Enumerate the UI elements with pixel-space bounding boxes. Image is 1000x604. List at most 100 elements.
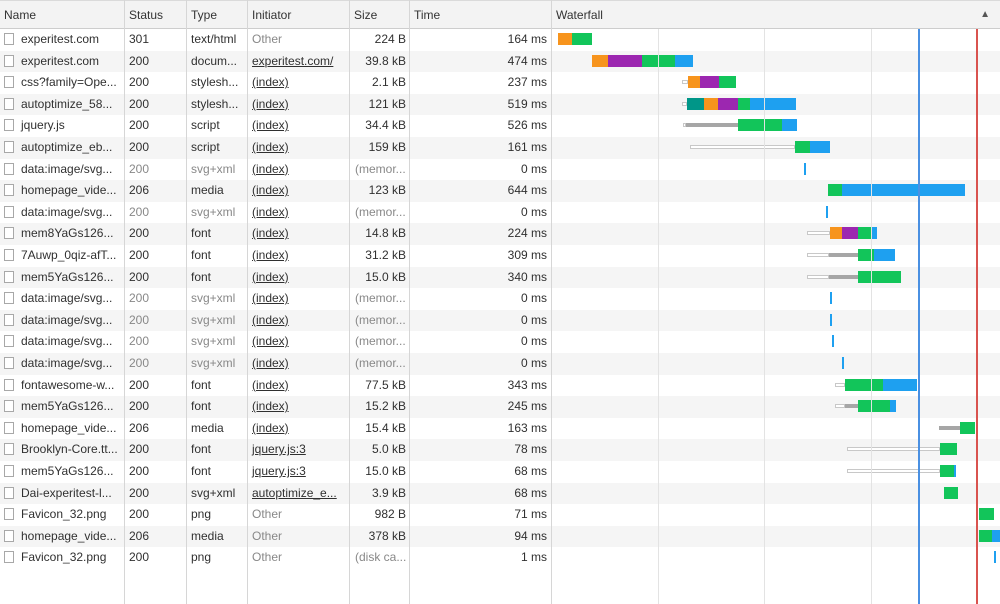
waterfall-bar-download[interactable] xyxy=(874,249,895,261)
request-name[interactable]: data:image/svg... xyxy=(18,159,124,180)
waterfall-bar-waiting[interactable] xyxy=(858,227,872,240)
waterfall-bar-queue[interactable] xyxy=(845,404,858,409)
column-header-type[interactable]: Type xyxy=(187,1,248,29)
waterfall-bar-waiting[interactable] xyxy=(940,443,957,456)
request-initiator[interactable]: experitest.com/ xyxy=(248,51,350,72)
request-initiator[interactable]: (index) xyxy=(248,72,350,93)
table-row[interactable]: experitest.com 301 text/html Other 224 B 164 … xyxy=(0,29,1000,51)
waterfall-bar-wait[interactable] xyxy=(847,469,940,473)
table-row[interactable]: fontawesome-w... 200 font (index) 77.5 kB 343… xyxy=(0,375,1000,397)
waterfall-bar-download[interactable] xyxy=(842,357,844,369)
column-header-status[interactable]: Status xyxy=(125,1,187,29)
waterfall-bar-download[interactable] xyxy=(890,400,896,413)
request-initiator[interactable]: (index) xyxy=(248,245,350,266)
column-header-name[interactable]: Name xyxy=(0,1,125,29)
column-header-size[interactable]: Size xyxy=(350,1,410,29)
waterfall-bar-waiting[interactable] xyxy=(960,421,975,434)
request-initiator[interactable]: (index) xyxy=(248,115,350,136)
waterfall-bar-waiting[interactable] xyxy=(795,141,810,153)
waterfall-bar-dns[interactable] xyxy=(558,33,572,45)
table-row[interactable]: css?family=Ope... 200 stylesh... (index) 2.1… xyxy=(0,72,1000,94)
request-initiator[interactable]: (index) xyxy=(248,137,350,158)
request-name[interactable]: homepage_vide... xyxy=(18,526,124,547)
waterfall-bar-download[interactable] xyxy=(830,313,832,326)
waterfall-bar-wait[interactable] xyxy=(690,145,795,149)
table-row[interactable]: autoptimize_eb... 200 script (index) 159 kB 1… xyxy=(0,137,1000,159)
request-name[interactable]: data:image/svg... xyxy=(18,288,124,309)
waterfall-bar-connect[interactable] xyxy=(608,54,642,67)
waterfall-bar-waiting[interactable] xyxy=(572,33,592,45)
waterfall-bar-waiting[interactable] xyxy=(738,119,782,132)
waterfall-bar-download[interactable] xyxy=(832,335,834,348)
waterfall-bar-waiting[interactable] xyxy=(979,508,994,521)
request-initiator[interactable]: autoptimize_e... xyxy=(248,483,350,504)
request-name[interactable]: mem5YaGs126... xyxy=(18,396,124,417)
table-row[interactable]: Favicon_32.png 200 png Other 982 B 71 ms xyxy=(0,504,1000,526)
column-header-waterfall[interactable]: Waterfall ▲ xyxy=(552,1,1000,29)
column-header-initiator[interactable]: Initiator xyxy=(248,1,350,29)
waterfall-bar-connect[interactable] xyxy=(700,76,719,89)
waterfall-bar-queue[interactable] xyxy=(829,253,858,257)
request-initiator[interactable]: (index) xyxy=(248,310,350,331)
request-initiator[interactable]: (index) xyxy=(248,180,350,201)
request-initiator[interactable]: (index) xyxy=(248,375,350,396)
waterfall-bar-download[interactable] xyxy=(883,378,917,391)
request-name[interactable]: mem8YaGs126... xyxy=(18,223,124,244)
waterfall-bar-download[interactable] xyxy=(842,184,965,197)
waterfall-bar-waiting[interactable] xyxy=(738,97,750,110)
waterfall-bar-wait[interactable] xyxy=(835,382,845,387)
request-name[interactable]: fontawesome-w... xyxy=(18,375,124,396)
waterfall-bar-wait[interactable] xyxy=(847,447,940,452)
waterfall-bar-dns[interactable] xyxy=(830,227,842,240)
column-divider[interactable] xyxy=(409,0,410,604)
request-initiator[interactable]: (index) xyxy=(248,94,350,115)
table-row[interactable]: experitest.com 200 docum... experitest.com/… xyxy=(0,50,1000,73)
table-row[interactable]: mem5YaGs126... 200 font (index) 15.2 kB 245 m… xyxy=(0,396,1000,418)
request-name[interactable]: autoptimize_eb... xyxy=(18,137,124,158)
table-row[interactable]: data:image/svg... 200 svg+xml (index) (memor… xyxy=(0,353,1000,375)
waterfall-bar-download[interactable] xyxy=(826,205,828,218)
request-name[interactable]: data:image/svg... xyxy=(18,310,124,331)
request-initiator[interactable]: jquery.js:3 xyxy=(248,439,350,460)
waterfall-bar-connect[interactable] xyxy=(718,97,738,110)
request-name[interactable]: data:image/svg... xyxy=(18,353,124,374)
waterfall-bar-download[interactable] xyxy=(675,54,693,67)
table-row[interactable]: data:image/svg... 200 svg+xml (index) (memor… xyxy=(0,288,1000,310)
table-row[interactable]: Dai-experitest-l... 200 svg+xml autoptimize… xyxy=(0,482,1000,505)
waterfall-bar-waiting[interactable] xyxy=(858,400,890,413)
waterfall-bar-waiting[interactable] xyxy=(940,465,954,477)
request-name[interactable]: Brooklyn-Core.tt... xyxy=(18,439,124,460)
request-initiator[interactable]: (index) xyxy=(248,159,350,180)
request-name[interactable]: experitest.com xyxy=(18,51,124,72)
waterfall-bar-dns[interactable] xyxy=(688,76,700,89)
waterfall-bar-waiting[interactable] xyxy=(719,76,736,89)
table-row[interactable]: mem8YaGs126... 200 font (index) 14.8 kB 224 m… xyxy=(0,223,1000,245)
table-row[interactable]: mem5YaGs126... 200 font (index) 15.0 kB 340 m… xyxy=(0,266,1000,289)
request-name[interactable]: mem5YaGs126... xyxy=(18,267,124,288)
request-name[interactable]: Dai-experitest-l... xyxy=(18,483,124,504)
table-row[interactable]: 7Auwp_0qiz-afT... 200 font (index) 31.2 kB 30… xyxy=(0,245,1000,267)
waterfall-bar-download[interactable] xyxy=(992,529,1000,542)
waterfall-bar-download[interactable] xyxy=(994,551,996,564)
waterfall-bar-wait[interactable] xyxy=(807,231,830,236)
column-divider[interactable] xyxy=(186,0,187,604)
table-row[interactable]: homepage_vide... 206 media Other 378 kB 94 ms xyxy=(0,525,1000,548)
request-name[interactable]: Favicon_32.png xyxy=(18,504,124,525)
request-name[interactable]: data:image/svg... xyxy=(18,331,124,352)
table-row[interactable]: data:image/svg... 200 svg+xml (index) (memor… xyxy=(0,331,1000,353)
request-initiator[interactable]: (index) xyxy=(248,202,350,223)
table-row[interactable]: mem5YaGs126... 200 font jquery.js:3 15.0 kB 6… xyxy=(0,461,1000,483)
request-initiator[interactable]: (index) xyxy=(248,267,350,288)
waterfall-bar-wait[interactable] xyxy=(807,274,829,279)
table-row[interactable]: Favicon_32.png 200 png Other (disk ca... 1 ms xyxy=(0,547,1000,569)
waterfall-bar-download[interactable] xyxy=(872,227,877,240)
waterfall-bar-download[interactable] xyxy=(830,292,832,305)
waterfall-bar-download[interactable] xyxy=(804,162,806,175)
table-row[interactable]: homepage_vide... 206 media (index) 123 kB 644… xyxy=(0,180,1000,202)
request-name[interactable]: mem5YaGs126... xyxy=(18,461,124,482)
request-initiator[interactable]: (index) xyxy=(248,331,350,352)
waterfall-bar-dns[interactable] xyxy=(704,97,718,110)
table-row[interactable]: autoptimize_58... 200 stylesh... (index) 121… xyxy=(0,93,1000,116)
table-row[interactable]: jquery.js 200 script (index) 34.4 kB 526 ms xyxy=(0,115,1000,137)
request-initiator[interactable]: (index) xyxy=(248,288,350,309)
